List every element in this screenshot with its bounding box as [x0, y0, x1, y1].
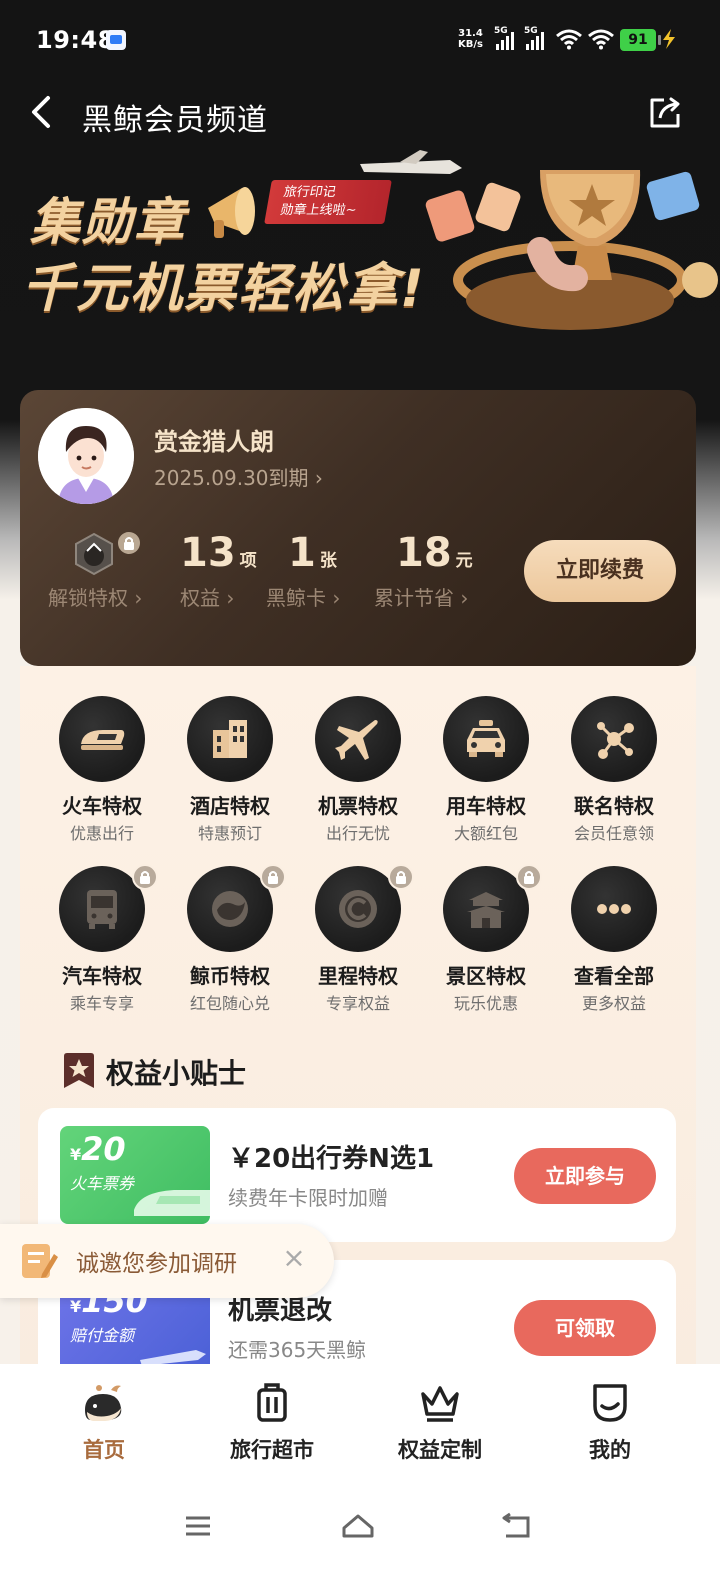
stat-benefits-label[interactable]: 权益 › [180, 582, 234, 611]
renew-button[interactable]: 立即续费 [524, 540, 676, 602]
nav-profile[interactable]: 我的 [530, 1380, 690, 1464]
bottom-navigation: 首页 旅行超市 权益定制 我的 [0, 1364, 720, 1484]
train-icon [134, 1190, 210, 1216]
tip-card-travel-voucher[interactable]: ¥20 火车票券 ￥20出行券N选1 续费年卡限时加赠 立即参与 [38, 1108, 676, 1242]
avatar-portrait-icon [38, 408, 134, 504]
signal-icon: 5G [494, 26, 520, 50]
nav-home[interactable]: 首页 [24, 1380, 184, 1464]
stat-cards[interactable]: 1张 [288, 530, 337, 576]
battery-indicator: 91 [620, 29, 661, 51]
nav-travel-market[interactable]: 旅行超市 [192, 1380, 352, 1464]
stat-benefits[interactable]: 13 项 [180, 530, 257, 576]
coupon-train: ¥20 火车票券 [60, 1126, 210, 1224]
user-name: 赏金猎人朗 [154, 428, 274, 456]
promo-banner[interactable]: 集勋章 千元机票轻松拿! 旅行印记 勋章上线啦~ [0, 150, 720, 350]
stat-savings-label[interactable]: 累计节省 › [374, 582, 468, 611]
banner-headline: 集勋章 [30, 193, 186, 251]
tip-subtitle: 还需365天黑鲸 [228, 1338, 367, 1362]
charging-icon [663, 29, 675, 49]
header: 黑鲸会员频道 [0, 80, 720, 150]
status-time: 19:48 [36, 26, 115, 54]
survey-invite[interactable]: 诚邀您参加调研 × [0, 1224, 334, 1298]
nav-benefits-custom[interactable]: 权益定制 [360, 1380, 520, 1464]
crown-icon [421, 1386, 459, 1422]
star-bookmark-icon [64, 1053, 94, 1088]
network-speed: 31.4 KB/s [458, 28, 483, 50]
stat-unlock-label[interactable]: 解锁特权 › [48, 582, 142, 611]
stat-cards-label[interactable]: 黑鲸卡 › [266, 582, 340, 611]
wifi-icon [556, 29, 582, 50]
tips-heading: 权益小贴士 [106, 1057, 247, 1090]
home-icon[interactable] [338, 1506, 378, 1546]
join-now-button[interactable]: 立即参与 [514, 1148, 656, 1204]
tip-subtitle: 续费年卡限时加赠 [228, 1186, 388, 1210]
menu-icon[interactable] [178, 1506, 218, 1546]
wifi-icon [588, 29, 614, 50]
survey-text: 诚邀您参加调研 [76, 1251, 237, 1277]
membership-expiry[interactable]: 2025.09.30到期 › [154, 462, 323, 491]
whale-home-icon [85, 1385, 122, 1421]
notification-app-icon [106, 30, 126, 50]
close-icon[interactable]: × [280, 1244, 308, 1272]
back-arrow-icon[interactable] [26, 92, 62, 132]
signal-icon: 5G [524, 26, 550, 50]
page-title: 黑鲸会员频道 [82, 103, 268, 138]
stat-savings[interactable]: 18 元 [396, 530, 473, 576]
trophy-illustration [360, 150, 718, 330]
back-icon[interactable] [496, 1506, 536, 1546]
lock-icon [118, 532, 140, 554]
hexagon-badge-icon[interactable] [72, 532, 116, 576]
status-bar: 19:48 31.4 KB/s 5G 5G 91 [0, 0, 720, 80]
survey-edit-icon [22, 1244, 58, 1278]
member-card: 赏金猎人朗 2025.09.30到期 › 解锁特权 › 13 项 权益 › 1张 … [20, 390, 696, 666]
system-navigation-bar [0, 1484, 720, 1584]
tip-title: ￥20出行券N选1 [228, 1144, 435, 1174]
share-icon[interactable] [646, 94, 684, 132]
suitcase-icon [257, 1383, 287, 1422]
smile-profile-icon [593, 1384, 627, 1422]
claim-button[interactable]: 可领取 [514, 1300, 656, 1356]
avatar[interactable] [38, 408, 134, 504]
